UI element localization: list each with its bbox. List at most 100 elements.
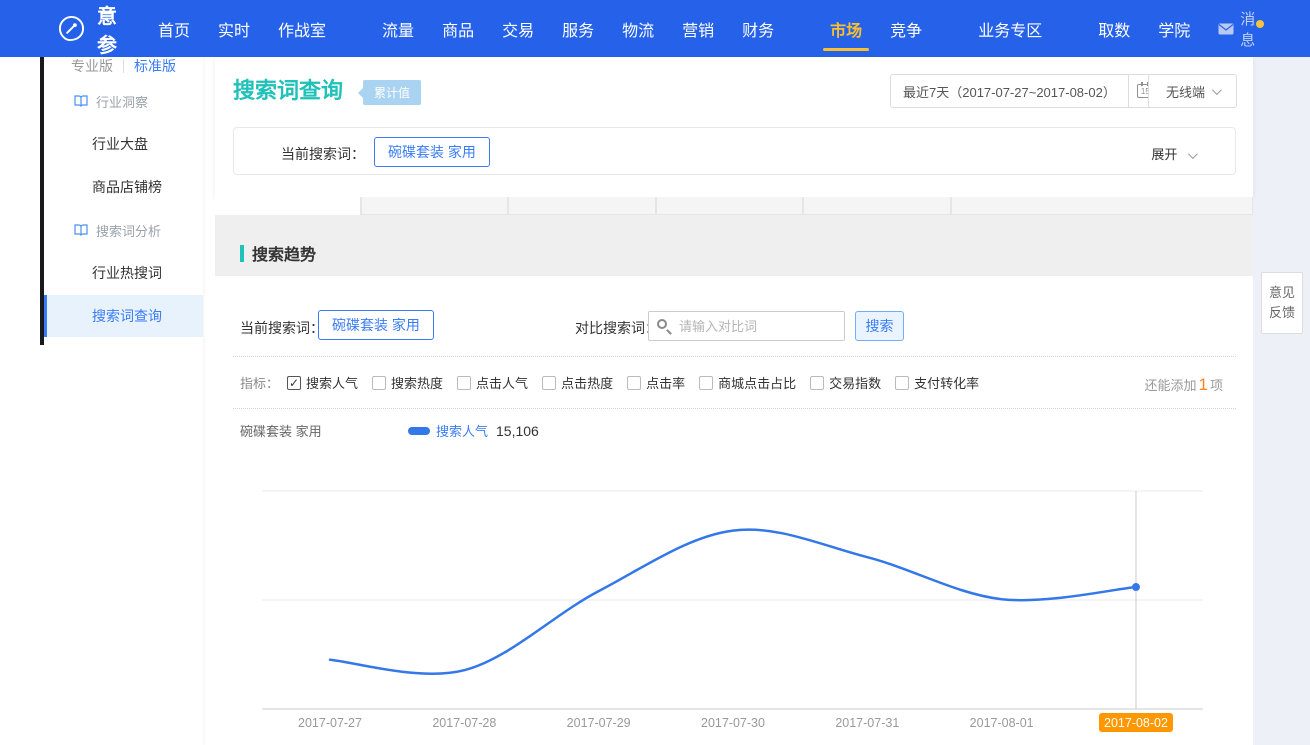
search-icon <box>657 319 667 329</box>
chevron-down-icon <box>1212 85 1222 95</box>
sidebar-item-hot-search-words[interactable]: 行业热搜词 <box>44 252 203 294</box>
checkbox-icon <box>372 376 386 390</box>
metric-checkbox-search-heat[interactable]: 搜索热度 <box>372 373 443 392</box>
nav-item-marketing[interactable]: 营销 <box>682 0 714 57</box>
envelope-icon <box>1218 23 1234 35</box>
metric-checkbox-search-popularity[interactable]: ✓ 搜索人气 <box>287 373 358 392</box>
terminal-value: 无线端 <box>1166 82 1205 101</box>
nav-item-academy[interactable]: 学院 <box>1158 0 1190 57</box>
compare-term-input[interactable] <box>648 311 845 341</box>
checkbox-icon <box>627 376 641 390</box>
nav-item-home[interactable]: 首页 <box>158 0 190 57</box>
version-tabs: 专业版 标准版 <box>44 55 203 77</box>
nav-item-logistics[interactable]: 物流 <box>622 0 654 57</box>
svg-text:2017-08-01: 2017-08-01 <box>970 716 1034 730</box>
metric-checkbox-click-rate[interactable]: 点击率 <box>627 373 685 392</box>
nav-item-traffic[interactable]: 流量 <box>382 0 414 57</box>
metric-label: 点击热度 <box>561 373 613 392</box>
current-term-label: 当前搜索词： <box>240 318 324 338</box>
checkbox-icon <box>542 376 556 390</box>
metric-checkbox-click-popularity[interactable]: 点击人气 <box>457 373 528 392</box>
svg-text:2017-07-28: 2017-07-28 <box>432 716 496 730</box>
metric-checkbox-trade-index[interactable]: 交易指数 <box>810 373 881 392</box>
sidebar-item-label: 行业大盘 <box>92 134 148 154</box>
legend-metric-name: 搜索人气 <box>436 421 488 440</box>
divider <box>233 408 1236 409</box>
checkbox-icon <box>810 376 824 390</box>
compare-term-label: 对比搜索词： <box>575 318 659 338</box>
add-remaining-hint: 还能添加1项 <box>1145 375 1224 395</box>
sidebar-item-label: 行业热搜词 <box>92 263 162 283</box>
metric-label: 搜索热度 <box>391 373 443 392</box>
sidebar-item-search-word-query[interactable]: 搜索词查询 <box>44 295 203 337</box>
sidebar-group-industry-insight[interactable]: 行业洞察 <box>44 87 203 115</box>
section-title: 搜索趋势 <box>252 241 316 265</box>
section-header: 搜索趋势 <box>240 241 316 265</box>
nav-item-business-zone[interactable]: 业务专区 <box>978 0 1042 57</box>
metric-label: 商城点击占比 <box>718 373 796 392</box>
sidebar-item-product-shop-rank[interactable]: 商品店铺榜 <box>44 166 203 208</box>
svg-text:2017-07-27: 2017-07-27 <box>298 716 362 730</box>
nav-item-realtime[interactable]: 实时 <box>218 0 250 57</box>
checkbox-icon: ✓ <box>287 376 301 390</box>
metric-checkbox-pay-conversion[interactable]: 支付转化率 <box>895 373 979 392</box>
tab-stub-5[interactable] <box>803 197 951 215</box>
section-accent-bar <box>240 245 244 262</box>
terminal-select[interactable]: 无线端 <box>1148 74 1237 108</box>
version-tab-pro[interactable]: 专业版 <box>71 56 113 76</box>
checkbox-icon <box>699 376 713 390</box>
sidebar-group-search-analysis[interactable]: 搜索词分析 <box>44 216 203 244</box>
metrics-row: 指标： ✓ 搜索人气 搜索热度 点击人气 点击热度 点击率 <box>240 373 993 392</box>
search-button[interactable]: 搜索 <box>855 311 904 341</box>
metric-checkbox-click-heat[interactable]: 点击热度 <box>542 373 613 392</box>
tab-stub-3[interactable] <box>508 197 656 215</box>
date-range-picker[interactable]: 最近7天（2017-07-27~2017-08-02） 15 <box>890 74 1163 108</box>
messages-button[interactable]: 消息 <box>1218 8 1255 50</box>
nav-item-war-room[interactable]: 作战室 <box>278 0 326 57</box>
metrics-label: 指标： <box>240 373 279 392</box>
version-tab-standard[interactable]: 标准版 <box>134 56 176 76</box>
sidebar-item-industry-overview[interactable]: 行业大盘 <box>44 123 203 165</box>
trend-line-chart[interactable]: 2017-07-272017-07-282017-07-292017-07-30… <box>233 455 1240 745</box>
divider <box>233 356 1236 357</box>
expand-toggle[interactable]: 展开 <box>1151 144 1195 163</box>
tab-stub-6[interactable] <box>951 197 1253 215</box>
app-logo-icon <box>58 15 85 42</box>
page-title: 搜索词查询 <box>233 73 343 105</box>
tab-stub-1[interactable] <box>215 197 361 215</box>
hint-count: 1 <box>1197 375 1210 394</box>
current-term-chip[interactable]: 碗碟套装 家用 <box>374 137 490 167</box>
legend-series-name: 碗碟套装 家用 <box>240 421 408 440</box>
nav-item-data-fetch[interactable]: 取数 <box>1098 0 1130 57</box>
hint-prefix: 还能添加 <box>1145 378 1197 393</box>
tab-stub-4[interactable] <box>656 197 803 215</box>
report-icon <box>74 224 88 236</box>
current-term-bar: 当前搜索词： 碗碟套装 家用 展开 <box>233 127 1236 175</box>
search-trend-panel: 当前搜索词： 碗碟套装 家用 对比搜索词： 搜索 指标： ✓ 搜索人气 搜索热度… <box>215 276 1253 745</box>
chevron-down-icon <box>1188 149 1198 159</box>
svg-text:2017-07-29: 2017-07-29 <box>567 716 631 730</box>
current-term-chip[interactable]: 碗碟套装 家用 <box>318 310 434 340</box>
feedback-button[interactable]: 意见 反馈 <box>1261 272 1303 334</box>
feedback-label-line1: 意见 <box>1269 283 1295 303</box>
right-gutter <box>1253 57 1310 745</box>
tab-stub-2[interactable] <box>361 197 508 215</box>
nav-item-market[interactable]: 市场 <box>830 0 862 57</box>
expand-label: 展开 <box>1151 147 1177 162</box>
metric-checkbox-mall-click-share[interactable]: 商城点击占比 <box>699 373 796 392</box>
messages-label: 消息 <box>1240 8 1255 50</box>
page-header-panel: 搜索词查询 累计值 最近7天（2017-07-27~2017-08-02） 15… <box>215 57 1253 197</box>
nav-item-competition[interactable]: 竞争 <box>890 0 922 57</box>
checkbox-icon <box>895 376 909 390</box>
nav-item-finance[interactable]: 财务 <box>742 0 774 57</box>
nav-item-product[interactable]: 商品 <box>442 0 474 57</box>
svg-text:2017-07-31: 2017-07-31 <box>835 716 899 730</box>
metric-label: 点击人气 <box>476 373 528 392</box>
current-term-label: 当前搜索词： <box>281 144 365 164</box>
nav-item-trade[interactable]: 交易 <box>502 0 534 57</box>
unread-dot-badge <box>1256 20 1264 28</box>
sidebar-item-label: 商品店铺榜 <box>92 177 162 197</box>
metric-label: 搜索人气 <box>306 373 358 392</box>
hint-suffix: 项 <box>1210 378 1223 393</box>
nav-item-service[interactable]: 服务 <box>562 0 594 57</box>
